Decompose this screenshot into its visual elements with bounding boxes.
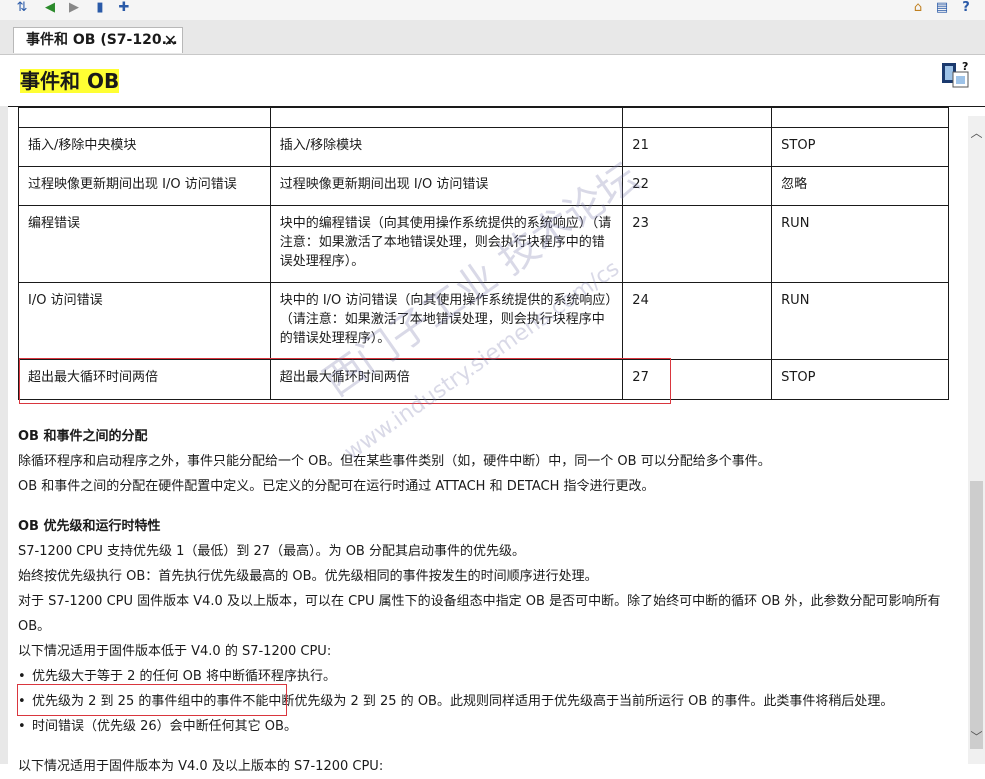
print-icon[interactable]: ▤ (934, 0, 950, 16)
tab-events-and-ob[interactable]: 事件和 OB (S7-120... ✕ (13, 27, 183, 53)
event-cell: I/O 访问错误 (18, 282, 271, 360)
paragraph: OB 和事件之间的分配在硬件配置中定义。已定义的分配可在运行时通过 ATTACH… (18, 479, 655, 494)
response-cell: RUN (771, 205, 949, 283)
svg-text:?: ? (962, 60, 968, 73)
events-table: 插入/移除中央模块 插入/移除模块 21 STOP 过程映像更新期间出现 I/O… (18, 107, 949, 400)
description-cell: 插入/移除模块 (269, 127, 624, 167)
response-cell: RUN (771, 282, 949, 360)
ob-number-cell: 23 (622, 205, 773, 283)
section-heading: OB 和事件之间的分配 (18, 429, 148, 444)
forward-icon[interactable]: ▶ (66, 0, 82, 16)
table-row: 编程错误 块中的编程错误（向其使用操作系统提供的系统响应）（请注意：如果激活了本… (18, 205, 949, 283)
tab-label: 事件和 OB (S7-120... (26, 32, 178, 48)
paragraph: 始终按优先级执行 OB：首先执行优先级最高的 OB。优先级相同的事件按发生的时间… (18, 569, 598, 584)
highlight-box-row-27 (19, 358, 671, 404)
close-icon[interactable]: ✕ (164, 28, 177, 53)
bookmark-icon[interactable]: ▮ (92, 0, 108, 16)
description-cell: 块中的编程错误（向其使用操作系统提供的系统响应）（请注意：如果激活了本地错误处理… (269, 205, 624, 283)
paragraph: S7-1200 CPU 支持优先级 1（最低）到 27（最高）。为 OB 分配其… (18, 544, 525, 559)
event-cell: 编程错误 (18, 205, 271, 283)
home-icon[interactable]: ⌂ (910, 0, 926, 16)
paragraph: 对于 S7-1200 CPU 固件版本 V4.0 及以上版本，可以在 CPU 属… (18, 594, 941, 634)
scroll-down-icon[interactable]: ﹀ (968, 728, 985, 745)
ob-number-cell: 24 (622, 282, 773, 360)
scroll-up-icon[interactable]: ︿ (968, 124, 985, 141)
paragraph: 以下情况适用于固件版本低于 V4.0 的 S7-1200 CPU: (18, 644, 332, 659)
section-heading: OB 优先级和运行时特性 (18, 519, 161, 534)
event-cell: 插入/移除中央模块 (18, 127, 271, 167)
topic-help-icon[interactable]: ? (941, 60, 971, 90)
description-cell: 过程映像更新期间出现 I/O 访问错误 (269, 166, 624, 206)
event-cell: 过程映像更新期间出现 I/O 访问错误 (18, 166, 271, 206)
description-cell: 块中的 I/O 访问错误（向其使用操作系统提供的系统响应）（请注意：如果激活了本… (269, 282, 624, 360)
sync-icon[interactable]: ⇅ (14, 0, 30, 16)
response-cell: 忽略 (771, 166, 949, 206)
highlight-box-time-error (17, 684, 287, 716)
left-pane-edge (0, 106, 8, 764)
response-cell: STOP (771, 127, 949, 167)
favorites-icon[interactable]: ✚ (116, 0, 132, 16)
list-item: 时间错误（优先级 26）会中断任何其它 OB。 (18, 714, 958, 739)
vertical-scrollbar[interactable]: ︿ ﹀ (968, 116, 985, 764)
tab-bar: 事件和 OB (S7-120... ✕ (0, 20, 985, 55)
response-cell: STOP (771, 359, 949, 400)
scrollbar-thumb[interactable] (970, 481, 983, 749)
ob-number-cell: 22 (622, 166, 773, 206)
help-content: OB 和事件之间的分配 除循环程序和启动程序之外，事件只能分配给一个 OB。但在… (18, 424, 958, 779)
page-title: 事件和 OB (20, 69, 120, 93)
back-icon[interactable]: ◀ (42, 0, 58, 16)
table-row: 插入/移除中央模块 插入/移除模块 21 STOP (18, 127, 949, 167)
table-row (18, 107, 949, 128)
help-icon[interactable]: ? (958, 0, 974, 16)
paragraph: 以下情况适用于固件版本为 V4.0 及以上版本的 S7-1200 CPU: (18, 759, 384, 774)
ob-number-cell: 21 (622, 127, 773, 167)
table-row: I/O 访问错误 块中的 I/O 访问错误（向其使用操作系统提供的系统响应）（请… (18, 282, 949, 360)
toolbar: ⇅ ◀ ▶ ▮ ✚ ⌂ ▤ ? (0, 0, 985, 20)
paragraph: 除循环程序和启动程序之外，事件只能分配给一个 OB。但在某些事件类别（如，硬件中… (18, 454, 771, 469)
table-row: 过程映像更新期间出现 I/O 访问错误 过程映像更新期间出现 I/O 访问错误 … (18, 166, 949, 206)
